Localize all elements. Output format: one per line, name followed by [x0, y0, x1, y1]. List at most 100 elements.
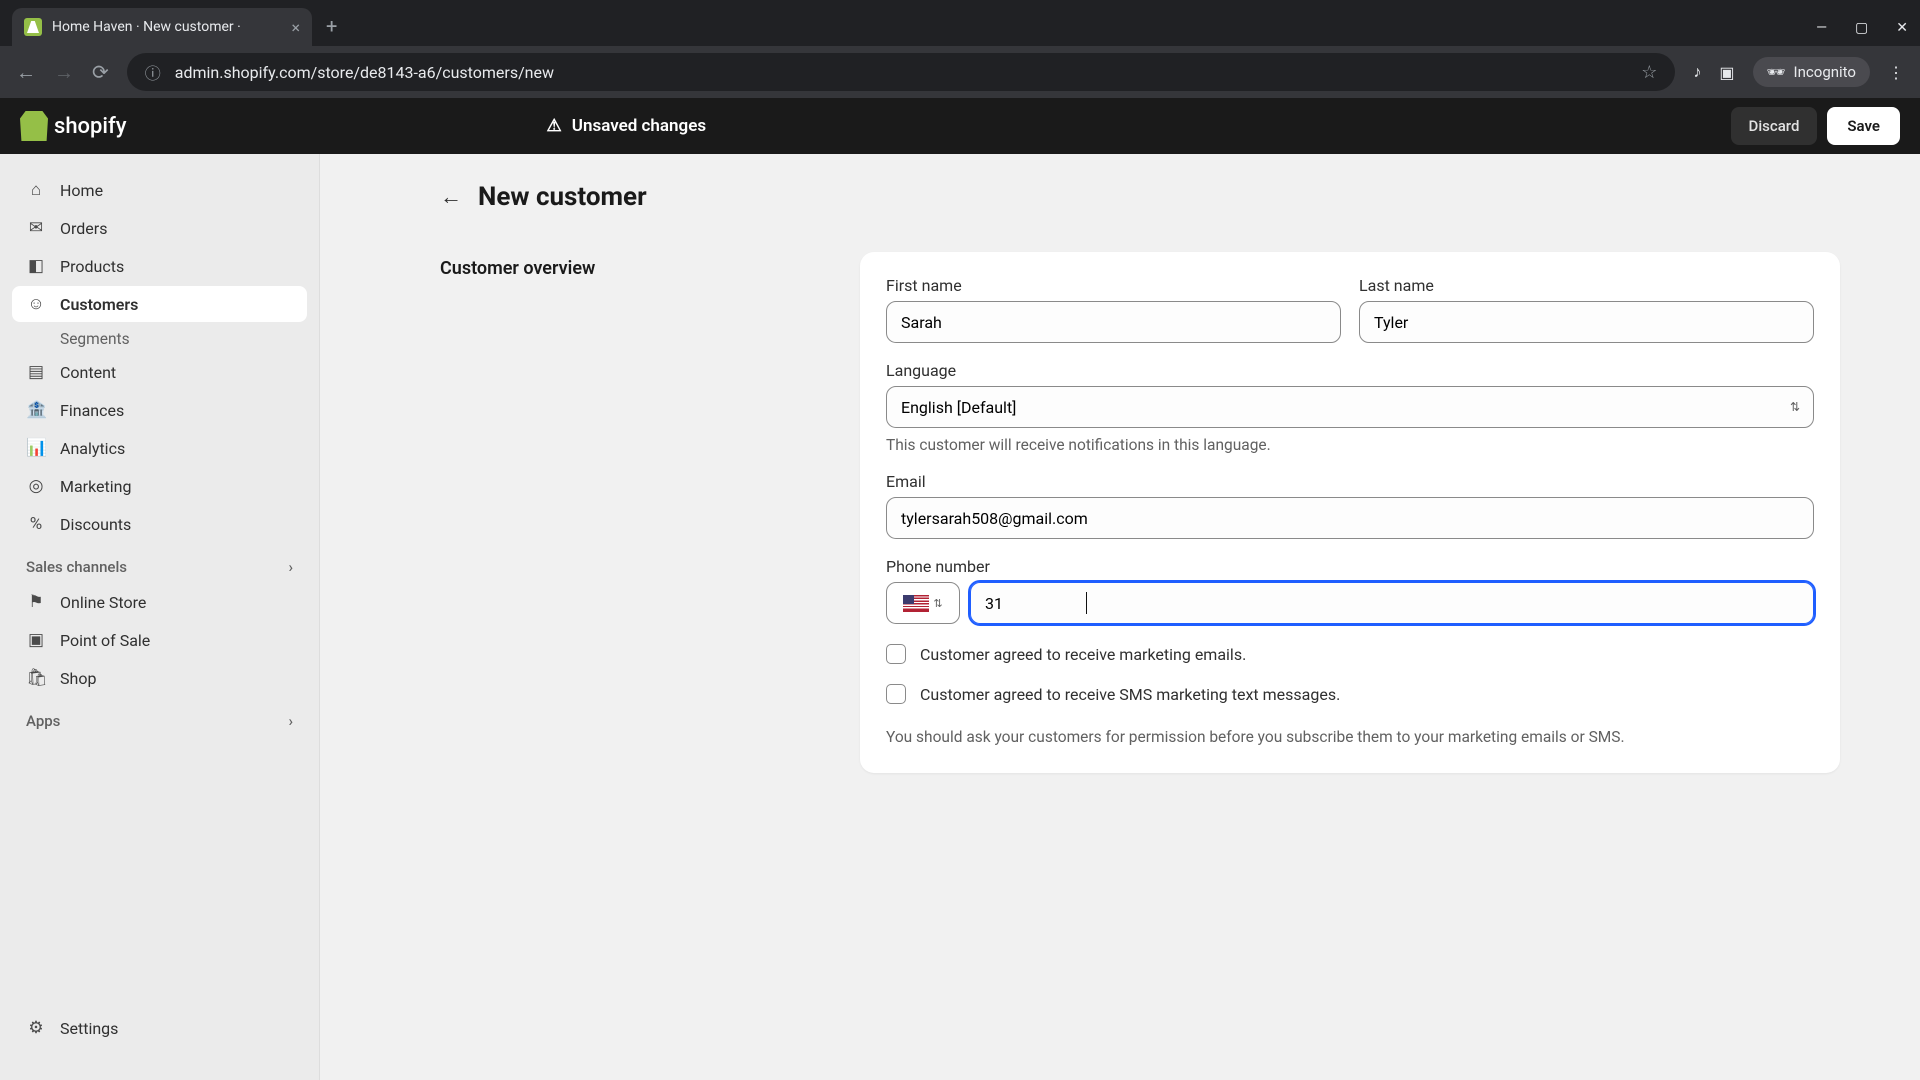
sidebar-label: Marketing — [60, 477, 131, 496]
unsaved-changes-indicator: ⚠ Unsaved changes — [547, 116, 707, 136]
close-tab-icon[interactable]: × — [291, 18, 300, 37]
sidebar-item-settings[interactable]: ⚙ Settings — [12, 1010, 308, 1046]
analytics-icon: 📊 — [26, 438, 46, 458]
language-select[interactable] — [886, 386, 1814, 428]
text-cursor — [1086, 592, 1087, 614]
incognito-icon: 🕶 — [1767, 63, 1786, 81]
section-label: Apps — [26, 712, 60, 730]
section-title: Customer overview — [440, 252, 820, 773]
sidebar-label: Orders — [60, 219, 107, 238]
sidebar-label: Shop — [60, 669, 96, 688]
sidebar-item-segments[interactable]: Segments — [12, 324, 307, 354]
main-content: ← New customer Customer overview First n… — [320, 154, 1920, 1080]
chevron-right-icon: › — [288, 558, 293, 576]
shopify-logo[interactable]: shopify — [20, 111, 127, 141]
us-flag-icon — [903, 595, 929, 612]
marketing-emails-checkbox[interactable] — [886, 644, 906, 664]
discounts-icon: % — [26, 514, 46, 534]
pos-icon: ▣ — [26, 630, 46, 650]
sidebar-item-finances[interactable]: 🏦 Finances — [12, 392, 307, 428]
warning-icon: ⚠ — [547, 116, 562, 136]
last-name-input[interactable] — [1359, 301, 1814, 343]
panel-icon[interactable]: ▣ — [1719, 63, 1734, 82]
customers-icon: ☺ — [26, 294, 46, 314]
sidebar-item-analytics[interactable]: 📊 Analytics — [12, 430, 307, 466]
sidebar-label: Online Store — [60, 593, 146, 612]
select-caret-icon: ⇅ — [933, 597, 942, 610]
marketing-sms-checkbox[interactable] — [886, 684, 906, 704]
phone-input[interactable] — [970, 582, 1814, 624]
orders-icon: ✉ — [26, 218, 46, 238]
sidebar-item-content[interactable]: ▤Content — [12, 354, 307, 390]
sidebar-label: Finances — [60, 401, 124, 420]
unsaved-label: Unsaved changes — [572, 116, 706, 136]
menu-icon[interactable]: ⋮ — [1888, 63, 1904, 82]
maximize-icon[interactable]: ▢ — [1855, 20, 1868, 36]
gear-icon: ⚙ — [26, 1018, 46, 1038]
url-text: admin.shopify.com/store/de8143-a6/custom… — [175, 63, 554, 82]
sidebar-label: Point of Sale — [60, 631, 150, 650]
browser-tab-strip: Home Haven · New customer · × + — ▢ ✕ — [0, 0, 1920, 46]
browser-tab[interactable]: Home Haven · New customer · × — [12, 8, 312, 46]
discard-button[interactable]: Discard — [1731, 107, 1818, 145]
marketing-disclosure-text: You should ask your customers for permis… — [886, 726, 1814, 749]
app-bar: shopify ⚠ Unsaved changes Discard Save — [0, 98, 1920, 154]
sidebar-item-shop[interactable]: 🛍 Shop — [12, 660, 307, 696]
first-name-label: First name — [886, 276, 1341, 295]
page-header: ← New customer — [440, 182, 1880, 212]
sidebar-label: Settings — [60, 1019, 118, 1038]
sidebar-label: Discounts — [60, 515, 131, 534]
sidebar-label: Customers — [60, 295, 138, 314]
window-controls: — ▢ ✕ — [1816, 20, 1908, 46]
sidebar-item-orders[interactable]: ✉ Orders — [12, 210, 307, 246]
sidebar-item-marketing[interactable]: ◎ Marketing — [12, 468, 307, 504]
customer-overview-card: First name Last name Language ⇅ This cus… — [860, 252, 1840, 773]
sidebar: ⌂Home ✉ Orders ◧Products ☺ Customers Segme… — [0, 154, 320, 1080]
email-label: Email — [886, 472, 1814, 491]
chevron-right-icon: › — [288, 712, 293, 730]
music-icon[interactable]: ♪ — [1693, 62, 1701, 82]
marketing-emails-label: Customer agreed to receive marketing ema… — [920, 645, 1246, 664]
incognito-label: Incognito — [1794, 63, 1856, 81]
bookmark-icon[interactable]: ☆ — [1641, 62, 1657, 83]
finances-icon: 🏦 — [26, 400, 46, 420]
marketing-icon: ◎ — [26, 476, 46, 496]
shopify-bag-icon — [20, 111, 48, 141]
store-icon: ⚑ — [26, 592, 46, 612]
shopify-favicon — [24, 18, 42, 36]
shop-icon: 🛍 — [26, 668, 46, 688]
email-input[interactable] — [886, 497, 1814, 539]
country-code-select[interactable]: ⇅ — [886, 582, 960, 624]
forward-icon[interactable]: → — [54, 60, 74, 85]
section-label: Sales channels — [26, 558, 127, 576]
browser-toolbar: ← → ⟳ ⓘ admin.shopify.com/store/de8143-a… — [0, 46, 1920, 98]
sidebar-section-sales[interactable]: Sales channels › — [12, 544, 307, 584]
tab-title: Home Haven · New customer · — [52, 19, 281, 35]
sidebar-label: Products — [60, 257, 124, 276]
language-help-text: This customer will receive notifications… — [886, 436, 1814, 454]
sidebar-label: Home — [60, 181, 103, 200]
address-bar[interactable]: ⓘ admin.shopify.com/store/de8143-a6/cust… — [127, 53, 1676, 91]
incognito-badge[interactable]: 🕶 Incognito — [1753, 57, 1871, 87]
shopify-wordmark: shopify — [54, 114, 127, 139]
marketing-sms-label: Customer agreed to receive SMS marketing… — [920, 685, 1340, 704]
site-info-icon[interactable]: ⓘ — [145, 60, 161, 84]
close-window-icon[interactable]: ✕ — [1896, 20, 1908, 36]
sidebar-item-pos[interactable]: ▣ Point of Sale — [12, 622, 307, 658]
sidebar-item-online-store[interactable]: ⚑ Online Store — [12, 584, 307, 620]
sidebar-item-discounts[interactable]: % Discounts — [12, 506, 307, 542]
sidebar-item-home[interactable]: ⌂Home — [12, 172, 307, 208]
first-name-input[interactable] — [886, 301, 1341, 343]
sidebar-item-products[interactable]: ◧Products — [12, 248, 307, 284]
save-button[interactable]: Save — [1827, 107, 1900, 145]
last-name-label: Last name — [1359, 276, 1814, 295]
minimize-icon[interactable]: — — [1816, 20, 1827, 36]
back-icon[interactable]: ← — [16, 60, 36, 85]
reload-icon[interactable]: ⟳ — [92, 60, 109, 84]
sidebar-label: Analytics — [60, 439, 125, 458]
content-icon: ▤ — [26, 362, 46, 382]
sidebar-item-customers[interactable]: ☺ Customers — [12, 286, 307, 322]
sidebar-section-apps[interactable]: Apps › — [12, 698, 307, 738]
new-tab-button[interactable]: + — [326, 14, 337, 46]
back-arrow-icon[interactable]: ← — [440, 184, 462, 210]
